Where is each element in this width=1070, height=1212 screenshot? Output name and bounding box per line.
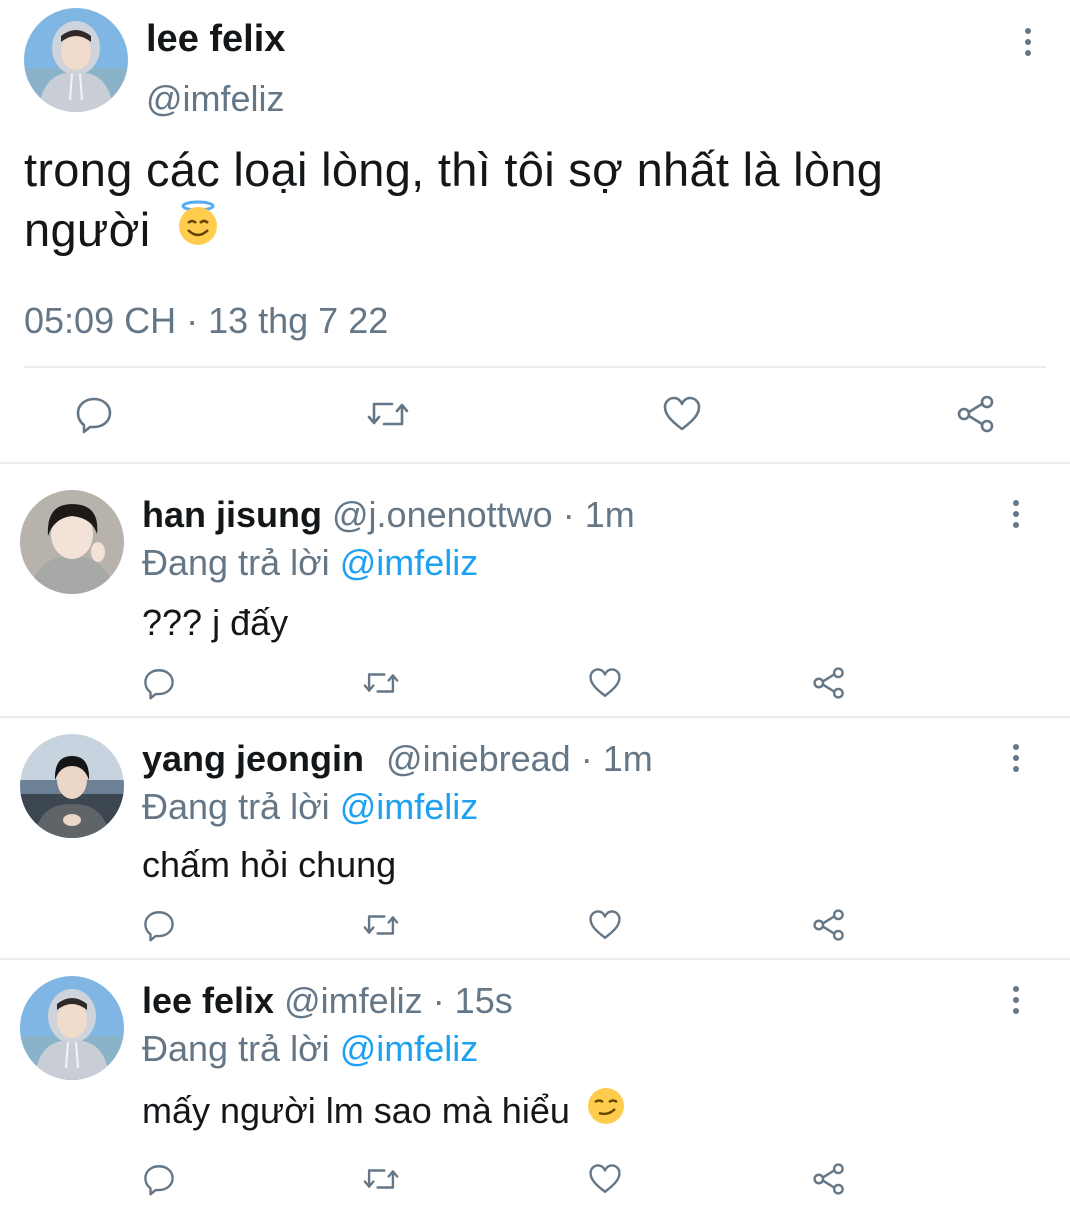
tweet-text-line2: người — [24, 203, 151, 256]
smiling-face-with-halo-icon — [174, 199, 222, 261]
more-options-icon[interactable] — [1004, 494, 1028, 534]
like-icon[interactable] — [588, 908, 622, 942]
reply-time[interactable]: · 1m — [563, 494, 635, 535]
reply-tweet[interactable]: lee felix @imfeliz · 15s Đang trả lời @i… — [0, 960, 1070, 1212]
retweet-icon[interactable] — [362, 908, 400, 942]
replying-prefix: Đang trả lời — [142, 542, 330, 583]
tweet-text: trong các loại lòng, thì tôi sợ nhất là … — [24, 140, 1024, 261]
avatar[interactable] — [20, 490, 124, 594]
reply-icon[interactable] — [142, 908, 176, 942]
reply-text: chấm hỏi chung — [142, 844, 397, 885]
reply-header: yang jeongin @iniebread · 1m — [142, 738, 653, 780]
retweet-icon[interactable] — [362, 666, 400, 700]
replying-to: Đang trả lời @imfeliz — [142, 1028, 478, 1070]
reply-header: han jisung @j.onenottwo · 1m — [142, 494, 635, 536]
share-icon[interactable] — [956, 394, 996, 434]
tweet-timestamp[interactable]: 05:09 CH · 13 thg 7 22 — [24, 300, 388, 342]
main-tweet: lee felix @imfeliz trong các loại lòng, … — [0, 0, 1070, 464]
mention-link[interactable]: @imfeliz — [340, 1028, 479, 1069]
mention-link[interactable]: @imfeliz — [340, 542, 479, 583]
reply-time[interactable]: · 15s — [433, 980, 513, 1021]
replying-prefix: Đang trả lời — [142, 1028, 330, 1069]
like-icon[interactable] — [588, 666, 622, 700]
share-icon[interactable] — [812, 666, 846, 700]
author-name[interactable]: han jisung — [142, 494, 322, 535]
author-handle[interactable]: @imfeliz — [146, 78, 285, 120]
avatar[interactable] — [20, 734, 124, 838]
tweet-text-line1: trong các loại lòng, thì tôi sợ nhất là … — [24, 143, 884, 196]
reply-text-content: mấy người lm sao mà hiểu — [142, 1090, 570, 1131]
author-handle[interactable]: @j.onenottwo — [332, 494, 553, 535]
mention-link[interactable]: @imfeliz — [340, 786, 479, 827]
like-icon[interactable] — [662, 394, 702, 434]
reply-time[interactable]: · 1m — [581, 738, 653, 779]
smirking-face-icon — [586, 1086, 626, 1135]
reply-tweet[interactable]: han jisung @j.onenottwo · 1m Đang trả lờ… — [0, 464, 1070, 716]
reply-text: mấy người lm sao mà hiểu — [142, 1087, 626, 1135]
avatar[interactable] — [20, 976, 124, 1080]
like-icon[interactable] — [588, 1162, 622, 1196]
author-handle[interactable]: @imfeliz — [284, 980, 423, 1021]
reply-icon[interactable] — [74, 394, 114, 434]
reply-icon[interactable] — [142, 1162, 176, 1196]
reply-icon[interactable] — [142, 666, 176, 700]
more-options-icon[interactable] — [1004, 738, 1028, 778]
reply-text: ??? j đấy — [142, 602, 289, 643]
author-handle[interactable]: @iniebread — [386, 738, 571, 779]
reply-header: lee felix @imfeliz · 15s — [142, 980, 513, 1022]
replying-to: Đang trả lời @imfeliz — [142, 786, 478, 828]
avatar[interactable] — [24, 8, 128, 112]
reply-tweet[interactable]: yang jeongin @iniebread · 1m Đang trả lờ… — [0, 718, 1070, 958]
divider — [24, 366, 1046, 368]
replying-to: Đang trả lời @imfeliz — [142, 542, 478, 584]
more-options-icon[interactable] — [1016, 22, 1040, 62]
author-name[interactable]: lee felix — [146, 18, 285, 61]
share-icon[interactable] — [812, 908, 846, 942]
replying-prefix: Đang trả lời — [142, 786, 330, 827]
author-name[interactable]: yang jeongin — [142, 738, 364, 779]
retweet-icon[interactable] — [362, 1162, 400, 1196]
author-name[interactable]: lee felix — [142, 980, 274, 1021]
share-icon[interactable] — [812, 1162, 846, 1196]
retweet-icon[interactable] — [366, 394, 410, 434]
more-options-icon[interactable] — [1004, 980, 1028, 1020]
